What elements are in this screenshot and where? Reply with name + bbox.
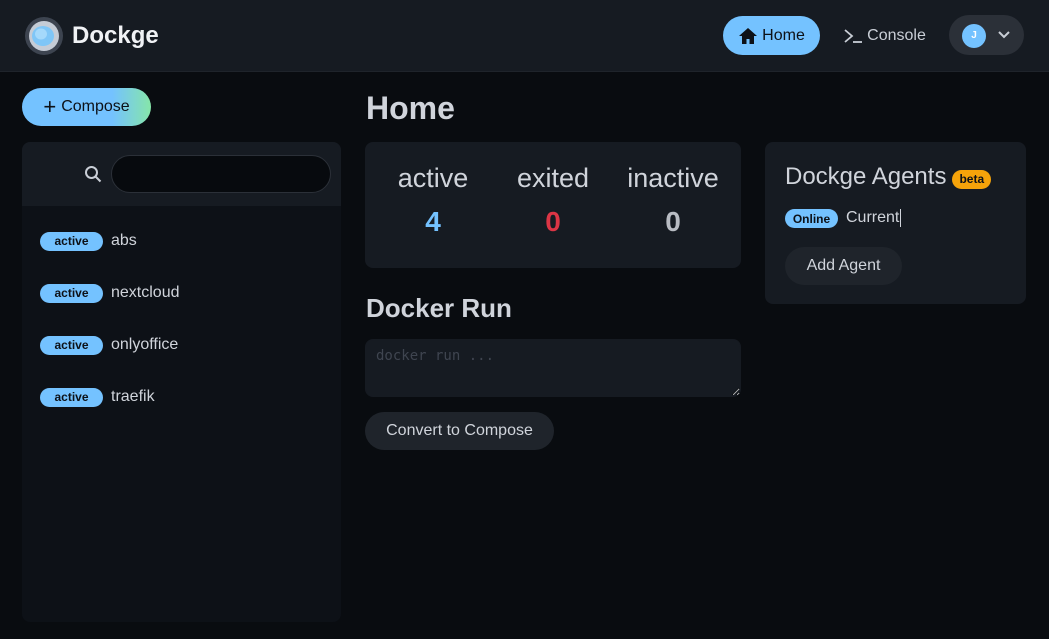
docker-run-title: Docker Run [366, 293, 512, 323]
docker-run-input[interactable] [365, 339, 741, 397]
stack-list-panel: active abs active nextcloud active onlyo… [22, 142, 341, 622]
search-bar [22, 142, 341, 206]
brand-title: Dockge [72, 22, 159, 49]
terminal-prompt-icon [844, 28, 863, 43]
house-icon [739, 27, 758, 44]
stat-active: active 4 [373, 162, 493, 238]
agents-card: Dockge Agents beta Online Current Add Ag… [765, 142, 1026, 304]
stack-name: nextcloud [111, 284, 180, 301]
compose-label: Compose [61, 98, 130, 115]
stack-name: abs [111, 232, 137, 249]
online-badge: Online [785, 209, 838, 228]
status-badge: active [40, 283, 103, 303]
stack-name: onlyoffice [111, 336, 179, 353]
stack-item-onlyoffice[interactable]: active onlyoffice [22, 325, 341, 365]
agents-title-text: Dockge Agents [785, 163, 947, 190]
chevron-down-icon [998, 31, 1010, 39]
agent-name: Current [846, 209, 902, 228]
search-input[interactable] [111, 155, 331, 193]
plus-icon: + [43, 94, 57, 119]
compose-button[interactable]: + Compose [22, 88, 151, 126]
brand[interactable]: Dockge [24, 16, 159, 56]
status-badge: active [40, 387, 103, 407]
stack-item-nextcloud[interactable]: active nextcloud [22, 273, 341, 313]
stat-label: inactive [627, 163, 719, 193]
add-agent-button[interactable]: Add Agent [785, 247, 902, 285]
stack-item-traefik[interactable]: active traefik [22, 377, 341, 417]
top-navbar: Dockge Home Console J [0, 0, 1049, 72]
user-menu-dropdown[interactable]: J [949, 15, 1024, 55]
nav-console-label: Console [867, 26, 926, 44]
nav-home-button[interactable]: Home [723, 16, 820, 55]
stat-inactive: inactive 0 [613, 162, 733, 238]
dockge-logo-icon [25, 17, 63, 55]
stack-name: traefik [111, 388, 155, 405]
status-badge: active [40, 231, 103, 251]
stat-label: active [397, 163, 469, 193]
nav-home-label: Home [762, 26, 805, 44]
search-icon [85, 166, 102, 183]
agent-item-current[interactable]: Online Current [785, 209, 902, 228]
stat-value: 0 [545, 206, 561, 237]
nav-console-button[interactable]: Console [832, 16, 937, 55]
stat-label: exited [516, 163, 590, 193]
stack-item-abs[interactable]: active abs [22, 221, 341, 261]
stat-exited: exited 0 [493, 162, 613, 238]
page-title: Home [366, 90, 455, 126]
agents-title: Dockge Agents beta [785, 162, 992, 192]
avatar: J [962, 24, 986, 48]
status-badge: active [40, 335, 103, 355]
stat-value: 4 [425, 206, 441, 237]
convert-to-compose-button[interactable]: Convert to Compose [365, 412, 554, 450]
stack-stats-card: active 4 exited 0 inactive 0 [365, 142, 741, 268]
stat-value: 0 [665, 206, 681, 237]
beta-badge: beta [952, 169, 992, 189]
